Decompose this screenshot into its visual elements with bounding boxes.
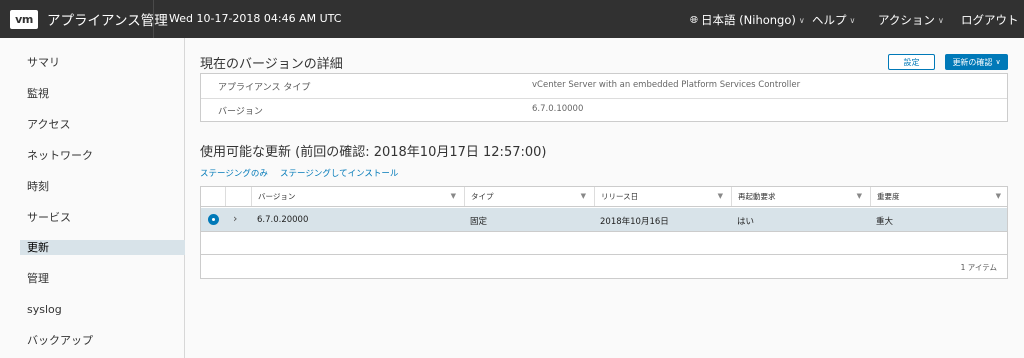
chevron-down-icon: ∨	[995, 58, 1001, 66]
chevron-down-icon: ∨	[849, 15, 856, 25]
detail-key: バージョン	[218, 107, 263, 117]
item-count: 1 アイテム	[960, 263, 997, 272]
col-header-release-date[interactable]: リリース日 ▼	[594, 187, 731, 206]
col-header-version[interactable]: バージョン ▼	[251, 187, 464, 206]
settings-button[interactable]: 設定	[888, 54, 935, 70]
settings-button-label: 設定	[903, 57, 920, 67]
sidebar-item-summary[interactable]: サマリ	[20, 55, 185, 70]
filter-icon[interactable]: ▼	[718, 187, 723, 206]
sidebar-item-access[interactable]: アクセス	[20, 117, 185, 132]
sidebar-item-backup[interactable]: バックアップ	[20, 333, 185, 348]
updates-datagrid: バージョン ▼ タイプ ▼ リリース日 ▼ 再起動要求 ▼ 重要度 ▼ › 6.…	[200, 186, 1008, 279]
detail-row-version: バージョン 6.7.0.10000	[201, 98, 1007, 122]
col-header-label: バージョン	[258, 192, 296, 201]
cell-version: 6.7.0.20000	[257, 215, 309, 225]
sidebar-item-administration[interactable]: 管理	[20, 271, 185, 286]
help-label: ヘルプ	[812, 13, 847, 27]
col-header-reboot[interactable]: 再起動要求 ▼	[731, 187, 870, 206]
col-expand	[225, 187, 251, 206]
stage-and-install-link[interactable]: ステージングしてインストール	[280, 167, 398, 179]
current-version-title: 現在のバージョンの詳細	[200, 57, 343, 72]
logout-label: ログアウト	[961, 13, 1019, 27]
sidebar-item-networking[interactable]: ネットワーク	[20, 148, 185, 163]
filter-icon[interactable]: ▼	[451, 187, 456, 206]
header-divider	[153, 0, 154, 38]
cell-reboot: はい	[737, 217, 755, 227]
col-header-label: リリース日	[601, 192, 639, 201]
language-label: 日本語 (Nihongo)	[701, 13, 796, 27]
col-header-severity[interactable]: 重要度 ▼	[870, 187, 1009, 206]
logout-button[interactable]: ログアウト	[961, 12, 1019, 28]
sidebar-item-services[interactable]: サービス	[20, 210, 185, 225]
language-menu[interactable]: 🌐︎ 日本語 (Nihongo) ∨	[690, 12, 805, 28]
datagrid-footer: 1 アイテム	[201, 254, 1007, 279]
sidebar: サマリ 監視 アクセス ネットワーク 時刻 サービス 更新 管理 syslog …	[0, 38, 185, 358]
vmware-logo: vm	[10, 9, 38, 29]
detail-value: 6.7.0.10000	[532, 104, 584, 114]
detail-value: vCenter Server with an embedded Platform…	[532, 80, 801, 90]
stage-only-link[interactable]: ステージングのみ	[200, 167, 268, 179]
actions-menu[interactable]: アクション ∨	[878, 12, 944, 28]
row-select-radio[interactable]	[208, 214, 219, 225]
col-header-type[interactable]: タイプ ▼	[464, 187, 594, 206]
detail-row-appliance-type: アプライアンス タイプ vCenter Server with an embed…	[201, 74, 1007, 98]
col-header-label: 重要度	[877, 192, 900, 201]
filter-icon[interactable]: ▼	[996, 187, 1001, 206]
cell-severity: 重大	[876, 217, 894, 227]
header-datetime: Wed 10-17-2018 04:46 AM UTC	[169, 12, 342, 25]
check-updates-label: 更新の確認	[952, 57, 993, 67]
app-title: アプライアンス管理	[47, 13, 168, 29]
col-header-label: 再起動要求	[738, 192, 776, 201]
actions-label: アクション	[878, 13, 935, 27]
top-header: vm アプライアンス管理 Wed 10-17-2018 04:46 AM UTC…	[0, 0, 1024, 38]
detail-key: アプライアンス タイプ	[218, 83, 311, 93]
cell-release-date: 2018年10月16日	[600, 217, 669, 227]
main-content: 現在のバージョンの詳細 設定 更新の確認 ∨ アプライアンス タイプ vCent…	[186, 38, 1024, 358]
check-updates-button[interactable]: 更新の確認 ∨	[945, 54, 1008, 70]
filter-icon[interactable]: ▼	[857, 187, 862, 206]
current-version-details: アプライアンス タイプ vCenter Server with an embed…	[200, 73, 1008, 122]
sidebar-item-syslog[interactable]: syslog	[20, 302, 185, 317]
chevron-right-icon[interactable]: ›	[233, 212, 237, 225]
filter-icon[interactable]: ▼	[581, 187, 586, 206]
table-row[interactable]: › 6.7.0.20000 固定 2018年10月16日 はい 重大	[201, 208, 1007, 232]
col-header-label: タイプ	[471, 192, 494, 201]
available-updates-title: 使用可能な更新 (前回の確認: 2018年10月17日 12:57:00)	[200, 145, 547, 160]
chevron-down-icon: ∨	[798, 15, 805, 25]
globe-icon: 🌐︎	[690, 14, 698, 26]
cell-type: 固定	[470, 217, 488, 227]
chevron-down-icon: ∨	[937, 15, 944, 25]
sidebar-item-monitor[interactable]: 監視	[20, 86, 185, 101]
sidebar-item-update[interactable]: 更新	[20, 240, 185, 255]
datagrid-header: バージョン ▼ タイプ ▼ リリース日 ▼ 再起動要求 ▼ 重要度 ▼	[201, 187, 1007, 207]
sidebar-item-time[interactable]: 時刻	[20, 179, 185, 194]
help-menu[interactable]: ヘルプ ∨	[812, 12, 855, 28]
